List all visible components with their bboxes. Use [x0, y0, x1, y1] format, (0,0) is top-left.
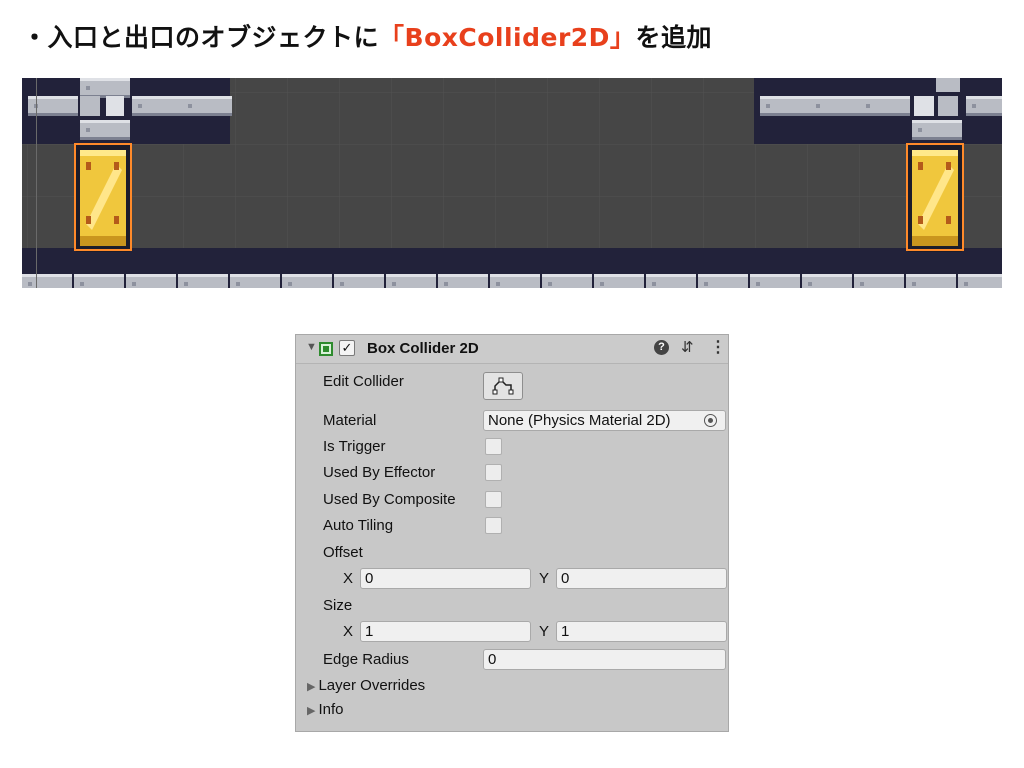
material-label: Material [323, 412, 377, 429]
offset-label: Offset [323, 544, 363, 561]
heading-suffix: を追加 [635, 23, 712, 52]
size-y-label: Y [539, 623, 550, 640]
edit-collider-icon [492, 377, 514, 395]
edit-collider-label: Edit Collider [323, 373, 404, 390]
used-by-composite-checkbox[interactable] [485, 491, 502, 508]
foldout-arrow-icon[interactable]: ▼ [306, 341, 317, 353]
box-collider-icon [319, 342, 333, 356]
size-y-field[interactable]: 1 [556, 621, 727, 642]
page-heading: ・入口と出口のオブジェクトに「BoxCollider2D」を追加 [22, 18, 712, 58]
is-trigger-label: Is Trigger [323, 438, 386, 455]
material-field[interactable]: None (Physics Material 2D) [483, 410, 726, 431]
material-value: None (Physics Material 2D) [488, 412, 671, 429]
layer-overrides-foldout[interactable]: ▶ Layer Overrides [307, 677, 425, 694]
entrance-door[interactable] [74, 143, 132, 252]
heading-prefix: ・入口と出口のオブジェクトに [22, 23, 380, 52]
offset-x-field[interactable]: 0 [360, 568, 531, 589]
used-by-composite-label: Used By Composite [323, 491, 456, 508]
info-foldout[interactable]: ▶ Info [307, 701, 344, 718]
used-by-effector-label: Used By Effector [323, 464, 436, 481]
component-header[interactable]: ▼ ✓ Box Collider 2D ? ⇵ ⋮ [296, 335, 728, 364]
component-enabled-checkbox[interactable]: ✓ [339, 340, 355, 356]
edge-radius-label: Edge Radius [323, 651, 409, 668]
size-label: Size [323, 597, 353, 614]
scene-view[interactable] [22, 78, 1002, 288]
used-by-effector-checkbox[interactable] [485, 464, 502, 481]
help-icon[interactable]: ? [654, 340, 669, 355]
edge-radius-field[interactable]: 0 [483, 649, 726, 670]
presets-icon[interactable]: ⇵ [681, 338, 694, 356]
collapsed-arrow-icon: ▶ [307, 705, 316, 717]
size-x-field[interactable]: 1 [360, 621, 531, 642]
box-collider-2d-inspector: ▼ ✓ Box Collider 2D ? ⇵ ⋮ Edit Collider … [295, 334, 729, 732]
heading-accent: 「BoxCollider2D」 [379, 23, 636, 52]
offset-y-label: Y [539, 570, 550, 587]
component-title: Box Collider 2D [367, 340, 479, 357]
auto-tiling-label: Auto Tiling [323, 517, 394, 534]
object-picker-icon[interactable] [704, 414, 717, 427]
offset-x-label: X [343, 570, 354, 587]
context-menu-icon[interactable]: ⋮ [710, 337, 726, 357]
offset-y-field[interactable]: 0 [556, 568, 727, 589]
layer-overrides-label: Layer Overrides [318, 677, 426, 694]
is-trigger-checkbox[interactable] [485, 438, 502, 455]
scene-canvas [22, 78, 1002, 288]
exit-door[interactable] [906, 143, 964, 252]
info-label: Info [318, 701, 344, 718]
size-x-label: X [343, 623, 354, 640]
edit-collider-button[interactable] [483, 372, 523, 400]
collapsed-arrow-icon: ▶ [307, 681, 316, 693]
auto-tiling-checkbox[interactable] [485, 517, 502, 534]
